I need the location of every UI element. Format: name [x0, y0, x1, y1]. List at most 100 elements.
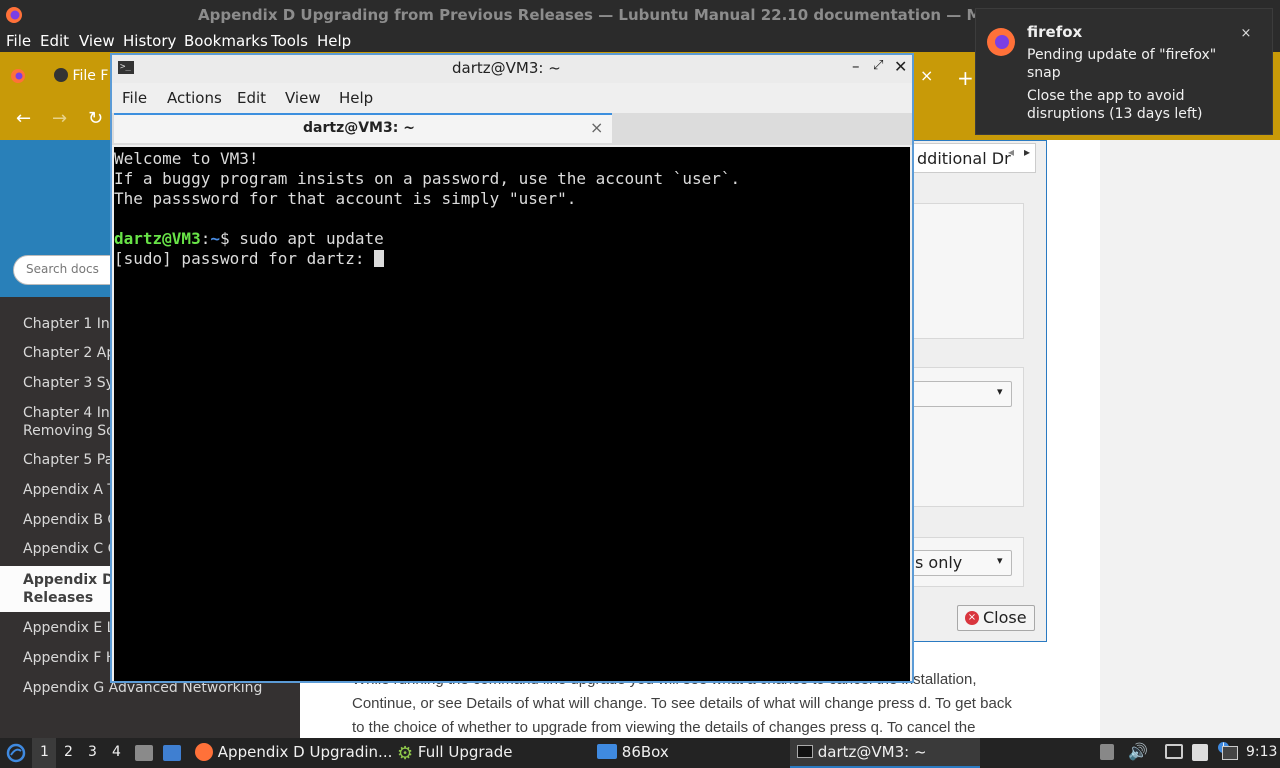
term-menu-help[interactable]: Help [339, 89, 373, 107]
ff-menu-tools[interactable]: Tools [271, 32, 308, 50]
taskbar: 1 2 3 4 Appendix D Upgradin... ⚙ Full Up… [0, 738, 1280, 768]
forward-button[interactable]: → [52, 108, 67, 129]
terminal-line-1: Welcome to VM3! [114, 149, 259, 168]
tab-scroll-left-icon[interactable]: ◂ [1008, 145, 1014, 159]
dialog-combo-2[interactable]: s only ▾ [910, 550, 1012, 576]
ff-menu-file[interactable]: File [6, 32, 31, 50]
volume-icon[interactable]: 🔊 [1128, 742, 1148, 761]
back-button[interactable]: ← [16, 108, 31, 129]
terminal-app-icon: >_ [118, 61, 134, 74]
dialog-combo-1[interactable]: ▾ [910, 381, 1012, 407]
new-tab-button[interactable]: + [957, 66, 974, 90]
firefox-window-title: Appendix D Upgrading from Previous Relea… [198, 6, 982, 24]
workspace-4[interactable]: 4 [112, 744, 121, 760]
show-desktop-icon[interactable] [163, 745, 181, 761]
terminal-tab-label: dartz@VM3: ~ [303, 120, 415, 136]
firefox-notification-icon [987, 28, 1015, 56]
tab-close-icon[interactable]: × [920, 66, 933, 85]
network-icon[interactable] [1165, 744, 1183, 759]
nav-chapter-3[interactable]: Chapter 3 Sys [23, 375, 121, 391]
sudo-password-line: [sudo] password for dartz: [114, 249, 385, 268]
nav-appendix-c[interactable]: Appendix C C [23, 541, 117, 557]
term-menu-actions[interactable]: Actions [167, 89, 222, 107]
eject-icon[interactable] [1100, 744, 1114, 760]
terminal-task-icon [797, 745, 813, 758]
dialog-close-label: Close [983, 608, 1027, 627]
prompt-path: ~ [210, 229, 220, 248]
doc-line-2: Continue, or see Details of what will ch… [352, 695, 1012, 712]
dialog-close-button[interactable]: × Close [957, 605, 1035, 631]
github-icon [54, 68, 68, 82]
nav-appendix-e[interactable]: Appendix E Li [23, 620, 118, 636]
terminal-line-3: The passsword for that account is simply… [114, 189, 577, 208]
prompt-dollar: $ [219, 229, 240, 248]
notification-close-icon[interactable]: × [1238, 26, 1254, 42]
ff-menu-edit[interactable]: Edit [40, 32, 69, 50]
reload-button[interactable]: ↻ [88, 108, 103, 129]
maximize-icon[interactable]: ⤢ [873, 58, 883, 73]
nav-chapter-1[interactable]: Chapter 1 Inst [23, 316, 123, 332]
terminal-output[interactable]: Welcome to VM3! If a buggy program insis… [114, 147, 910, 681]
minimize-icon[interactable]: – [852, 57, 860, 75]
taskbar-firefox[interactable]: Appendix D Upgradin... [195, 743, 392, 761]
combo-2-chevron-down-icon: ▾ [997, 554, 1003, 567]
terminal-titlebar[interactable]: >_ dartz@VM3: ~ – ⤢ ✕ [112, 55, 912, 83]
ff-menu-view[interactable]: View [79, 32, 115, 50]
terminal-tab-close-icon[interactable]: × [590, 118, 603, 137]
clock[interactable]: 9:13 [1246, 744, 1277, 760]
workspace-1[interactable]: 1 [40, 744, 49, 760]
nav-appendix-a[interactable]: Appendix A Ti [23, 482, 119, 498]
ff-menu-help[interactable]: Help [317, 32, 351, 50]
combo-2-value: s only [915, 553, 963, 572]
prompt-command: sudo apt update [239, 229, 384, 248]
close-circle-icon: × [965, 611, 979, 625]
notification-line-1: Pending update of "firefox" snap [1027, 47, 1217, 81]
gear-icon: ⚙ [397, 743, 414, 764]
window-close-icon[interactable]: ✕ [894, 57, 907, 76]
update-notification[interactable]: firefox × Pending update of "firefox" sn… [975, 8, 1273, 135]
nav-chapter-4-line2[interactable]: Removing Sof [23, 423, 120, 439]
doc-right-gutter [1100, 140, 1280, 738]
workspace-3[interactable]: 3 [88, 744, 97, 760]
nav-appendix-d-line2: Releases [23, 590, 94, 606]
browser-tab[interactable]: File F [54, 68, 108, 84]
taskbar-full-upgrade[interactable]: ⚙ Full Upgrade [397, 743, 512, 764]
nav-appendix-f[interactable]: Appendix F H [23, 650, 116, 666]
doc-line-3: to the choice of whether to upgrade from… [352, 719, 976, 736]
term-menu-view[interactable]: View [285, 89, 321, 107]
taskbar-86box[interactable]: 86Box [597, 743, 669, 761]
nav-chapter-4[interactable]: Chapter 4 Inst [23, 405, 123, 421]
prompt-sep: : [200, 229, 211, 248]
workspace-2[interactable]: 2 [64, 744, 73, 760]
terminal-window-title: dartz@VM3: ~ [452, 59, 561, 77]
additional-drivers-tab[interactable]: dditional Dr [908, 143, 1036, 173]
terminal-line-2: If a buggy program insists on a password… [114, 169, 741, 188]
terminal-tab[interactable]: dartz@VM3: ~ × [114, 113, 612, 143]
ff-menu-bookmarks[interactable]: Bookmarks [184, 32, 268, 50]
sudo-prompt: [sudo] password for dartz: [114, 249, 375, 268]
dialog-panel-top [910, 203, 1024, 339]
file-manager-quicklaunch-icon[interactable] [135, 745, 153, 761]
term-menu-file[interactable]: File [122, 89, 147, 107]
taskbar-terminal[interactable]: dartz@VM3: ~ [797, 743, 927, 761]
nav-appendix-b[interactable]: Appendix B C [23, 512, 117, 528]
tab-scroll-right-icon[interactable]: ▸ [1024, 145, 1030, 159]
firefox-tab-icon [11, 69, 25, 83]
combo-1-chevron-down-icon: ▾ [997, 385, 1003, 398]
nav-chapter-5[interactable]: Chapter 5 Par [23, 452, 119, 468]
terminal-tabbar: dartz@VM3: ~ × [112, 113, 912, 145]
term-menu-edit[interactable]: Edit [237, 89, 266, 107]
prompt-user: dartz@VM3 [114, 229, 201, 248]
notification-line-2: Close the app to avoid disruptions (13 d… [1027, 88, 1203, 122]
upgrade-dialog: dditional Dr ◂ ▸ ▾ s only ▾ [905, 140, 1047, 642]
firefox-task-icon [195, 743, 213, 761]
lubuntu-menu-icon[interactable] [6, 743, 26, 763]
nav-chapter-2[interactable]: Chapter 2 App [23, 345, 124, 361]
terminal-prompt-line: dartz@VM3:~$ sudo apt update [114, 229, 384, 248]
notification-tray-icon[interactable] [1222, 746, 1238, 760]
terminal-menubar: File Actions Edit View Help [112, 83, 912, 113]
clipboard-icon[interactable] [1192, 744, 1208, 761]
firefox-icon [6, 7, 22, 23]
notification-title: firefox [1027, 23, 1083, 41]
ff-menu-history[interactable]: History [123, 32, 176, 50]
